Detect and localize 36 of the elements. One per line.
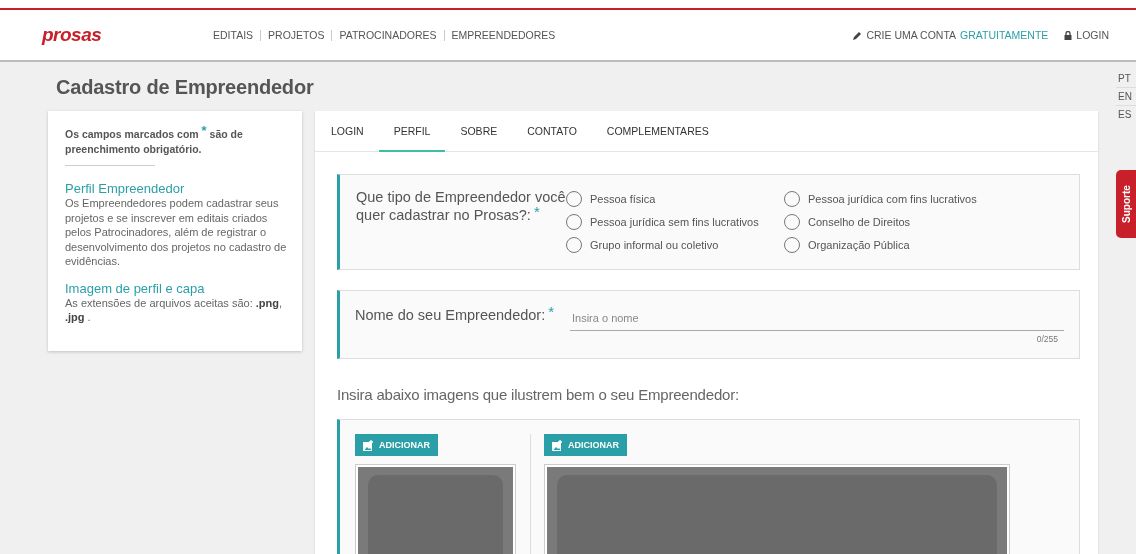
support-tab[interactable]: Suporte — [1116, 170, 1136, 238]
radio-label: Conselho de Direitos — [808, 216, 911, 228]
pencil-icon — [853, 30, 863, 40]
create-account-text: CRIE UMA CONTA — [866, 29, 957, 41]
form-tab[interactable]: PERFIL — [378, 111, 446, 152]
nav-link[interactable]: PATROCINADORES — [339, 29, 437, 41]
character-counter: 0/255 — [1036, 334, 1058, 344]
section-text: As extensões de arquivos aceitas são: .png, .jpg . — [65, 296, 284, 325]
section-heading: Perfil Empreendedor — [65, 181, 186, 196]
nav-link[interactable]: PROJETOS — [268, 29, 325, 41]
radio-label: Pessoa física — [590, 193, 656, 205]
lock-icon — [1064, 30, 1073, 40]
form-tab[interactable]: COMPLEMENTARES — [591, 111, 724, 152]
form-tab[interactable]: LOGIN — [316, 111, 379, 152]
form-tab[interactable]: CONTATO — [512, 111, 592, 152]
nav-link[interactable]: EDITAIS — [213, 29, 254, 41]
page-title: Cadastro de Empreendedor — [56, 76, 314, 99]
language-option[interactable]: PT — [1116, 70, 1136, 88]
section-heading: Imagem de perfil e capa — [65, 280, 206, 296]
language-option[interactable]: ES — [1116, 106, 1136, 123]
add-image-icon — [363, 439, 374, 451]
radio-label: Pessoa jurídica sem fins lucrativos — [590, 216, 759, 228]
logo[interactable]: prosas — [42, 24, 213, 46]
question-label: Que tipo de Empreendedor você quer cadastrar no Prosas?: * — [356, 189, 566, 225]
form-tab[interactable]: SOBRE — [445, 111, 513, 152]
radio-label: Pessoa jurídica com fins lucrativos — [808, 193, 977, 205]
nav-link[interactable]: EMPREENDEDORES — [451, 29, 556, 41]
login-link[interactable]: LOGIN — [1076, 29, 1109, 41]
section-text: Os Empreendedores podem cadastrar seus projetos e se inscrever em editais criados pelos Patrocinadores, além de registrar o desenvolvimento dos projetos no cadastro de evidências. — [65, 196, 288, 269]
radio-label: Grupo informal ou coletivo — [590, 239, 719, 251]
language-option[interactable]: EN — [1116, 88, 1136, 106]
add-image-icon — [552, 439, 563, 451]
name-input[interactable]: Insira o nome — [570, 306, 1064, 331]
field-label: Nome do seu Empreendedor: * — [355, 306, 556, 325]
images-prompt: Insira abaixo imagens que ilustrem bem o seu Empreendedor: — [337, 386, 740, 403]
radio-label: Organização Pública — [808, 239, 910, 251]
